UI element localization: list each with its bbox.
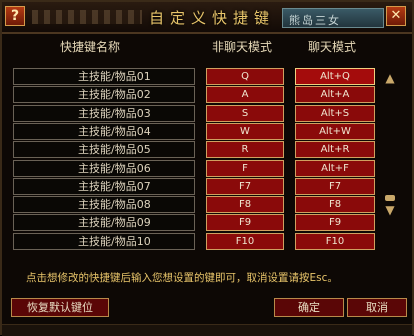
chat-mode-key[interactable]: F9 [295, 214, 375, 232]
table-row: 主技能/物品04 W Alt+W [2, 122, 412, 142]
shortcut-name: 主技能/物品02 [13, 86, 195, 104]
title-bar: ? 自定义快捷键 熊岛三女 ✕ [2, 2, 412, 34]
chat-mode-key[interactable]: Alt+A [295, 86, 375, 104]
chat-mode-key[interactable]: F7 [295, 177, 375, 195]
normal-mode-key[interactable]: F8 [206, 196, 284, 214]
header-chat-mode: 聊天模式 [308, 40, 357, 54]
shortcut-name: 主技能/物品05 [13, 141, 195, 159]
close-button[interactable]: ✕ [386, 6, 406, 26]
chat-mode-key[interactable]: Alt+F [295, 159, 375, 177]
shortcut-dialog: ? 自定义快捷键 熊岛三女 ✕ 快捷键名称 非聊天模式 聊天模式 主技能/物品0… [0, 0, 414, 336]
chat-mode-key[interactable]: Alt+R [295, 141, 375, 159]
normal-mode-key[interactable]: F [206, 159, 284, 177]
normal-mode-key[interactable]: S [206, 104, 284, 122]
title-decoration [32, 10, 142, 24]
shortcut-name: 主技能/物品01 [13, 68, 195, 85]
help-button[interactable]: ? [5, 6, 25, 26]
table-row: 主技能/物品09 F9 F9 [2, 214, 412, 233]
column-headers: 快捷键名称 非聊天模式 聊天模式 [2, 38, 412, 56]
chat-mode-key[interactable]: F8 [295, 196, 375, 214]
reset-default-button[interactable]: 恢复默认键位 [11, 298, 109, 317]
chat-mode-key[interactable]: Alt+S [295, 104, 375, 122]
header-name: 快捷键名称 [60, 40, 121, 54]
shortcut-name: 主技能/物品09 [13, 214, 195, 232]
table-row: 主技能/物品07 F7 F7 [2, 177, 412, 197]
normal-mode-key[interactable]: W [206, 122, 284, 140]
bottom-bar [2, 324, 412, 336]
table-row: 主技能/物品01 Q Alt+Q [2, 68, 412, 87]
banner-text: 熊岛三女 [289, 14, 341, 27]
shortcut-name: 主技能/物品08 [13, 196, 195, 214]
shortcut-name: 主技能/物品06 [13, 159, 195, 177]
table-row: 主技能/物品08 F8 F8 [2, 196, 412, 215]
scroll-up-icon[interactable]: ▲ [382, 70, 398, 86]
chat-mode-key[interactable]: Alt+W [295, 122, 375, 140]
cancel-button[interactable]: 取消 [347, 298, 407, 317]
shortcut-name: 主技能/物品04 [13, 122, 195, 140]
ok-button[interactable]: 确定 [274, 298, 344, 317]
title-banner: 熊岛三女 [282, 8, 384, 28]
table-row: 主技能/物品05 R Alt+R [2, 141, 412, 160]
normal-mode-key[interactable]: F9 [206, 214, 284, 232]
normal-mode-key[interactable]: F10 [206, 232, 284, 250]
hint-text: 点击想修改的快捷键后输入您想设置的键即可，取消设置请按Esc。 [26, 272, 338, 284]
shortcut-name: 主技能/物品07 [13, 177, 195, 195]
table-row: 主技能/物品03 S Alt+S [2, 104, 412, 124]
scroll-thumb[interactable] [385, 195, 395, 201]
normal-mode-key[interactable]: A [206, 86, 284, 104]
normal-mode-key[interactable]: Q [206, 68, 284, 85]
chat-mode-key[interactable]: Alt+Q [295, 68, 375, 85]
table-row: 主技能/物品02 A Alt+A [2, 86, 412, 105]
normal-mode-key[interactable]: F7 [206, 177, 284, 195]
dialog-title: 自定义快捷键 [148, 9, 275, 27]
chat-mode-key[interactable]: F10 [295, 232, 375, 250]
scroll-down-icon[interactable]: ▼ [382, 202, 398, 218]
normal-mode-key[interactable]: R [206, 141, 284, 159]
shortcut-name: 主技能/物品10 [13, 232, 195, 250]
table-row: 主技能/物品10 F10 F10 [2, 232, 412, 252]
header-normal-mode: 非聊天模式 [212, 40, 273, 54]
shortcut-name: 主技能/物品03 [13, 104, 195, 122]
table-row: 主技能/物品06 F Alt+F [2, 159, 412, 179]
